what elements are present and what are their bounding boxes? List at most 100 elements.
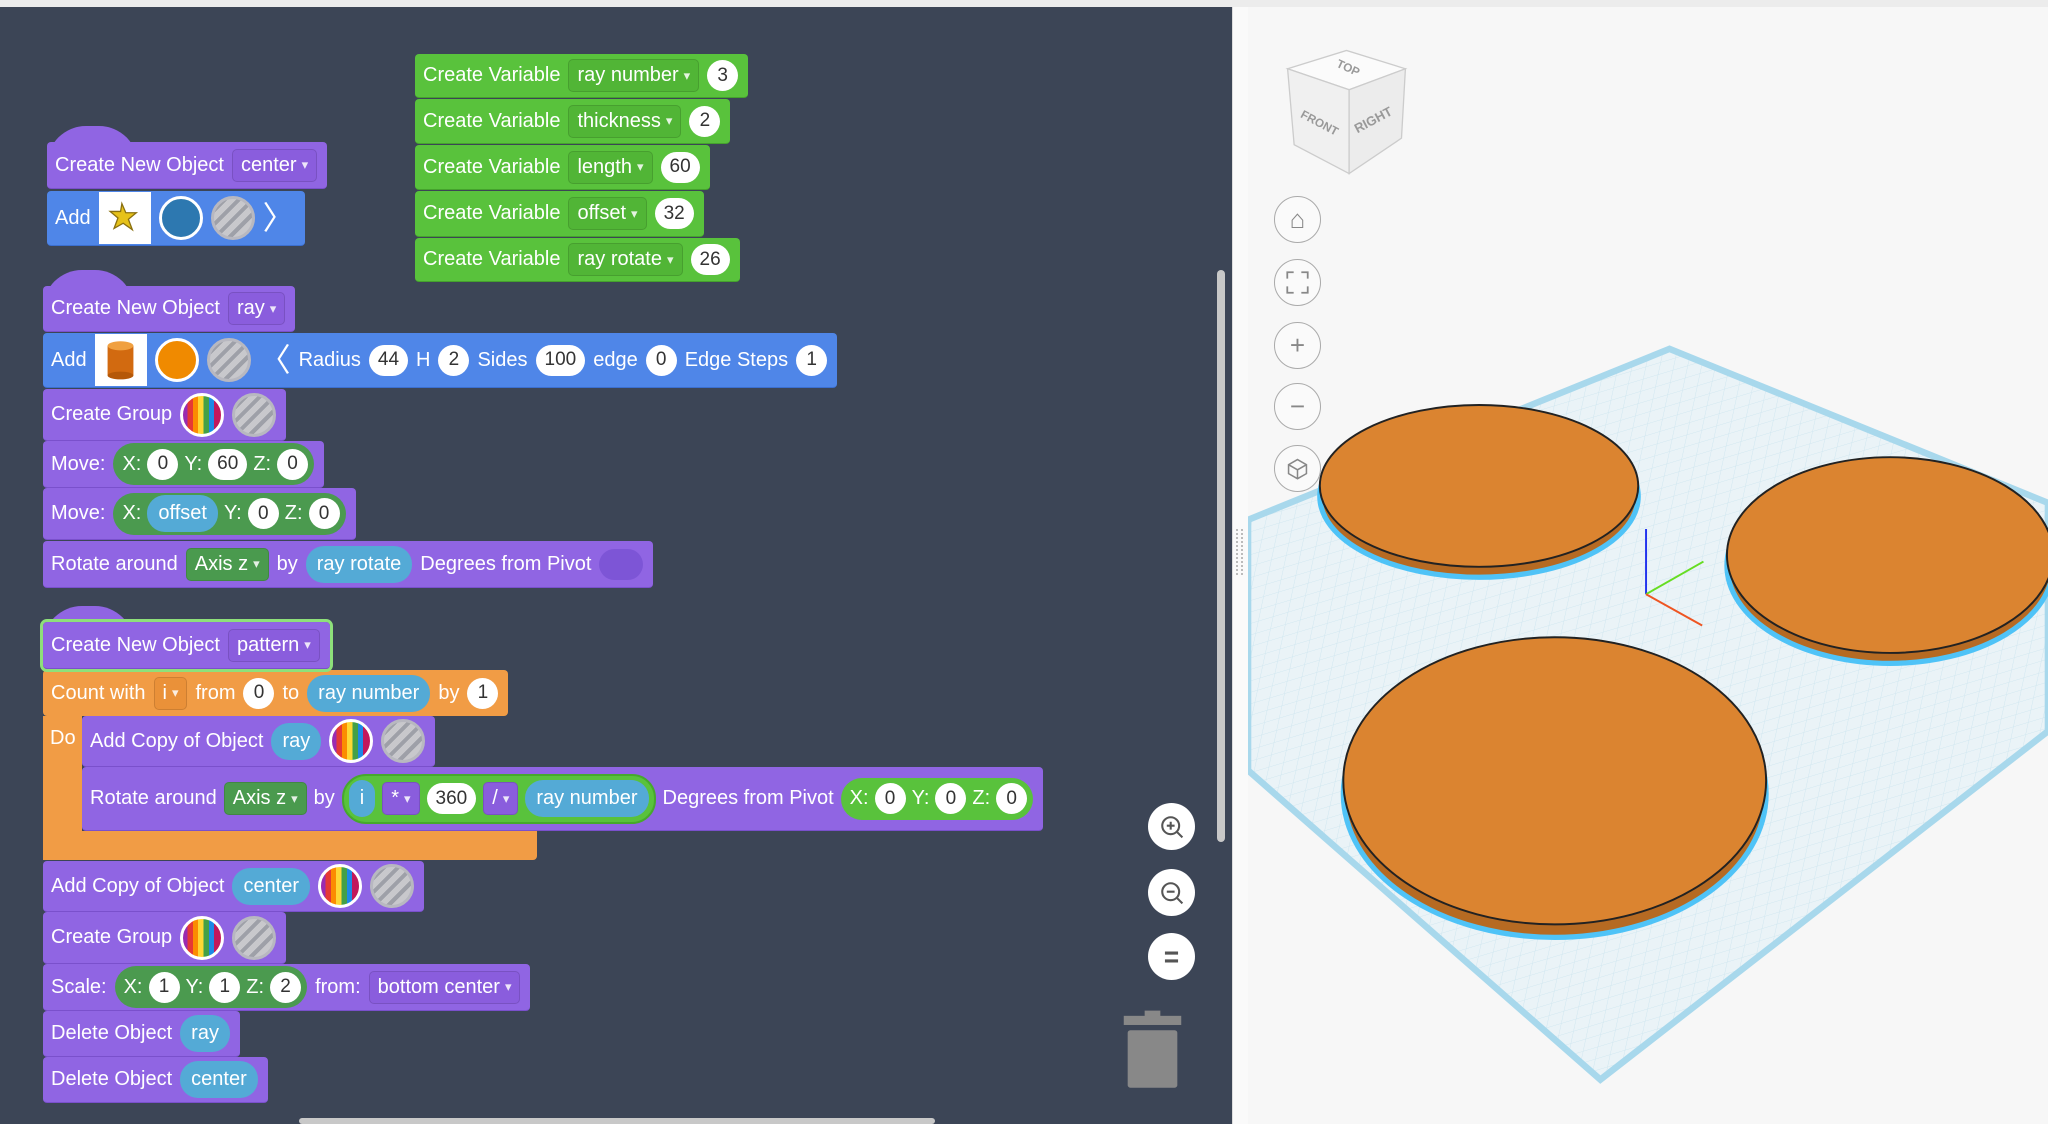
- create-group-block[interactable]: Create Group: [43, 912, 287, 964]
- add-shape-block[interactable]: Add 〉: [47, 191, 305, 246]
- 3d-viewport[interactable]: TOP FRONT RIGHT ⌂ + −: [1248, 7, 2048, 1124]
- create-object-block-pattern[interactable]: Create New Object pattern: [40, 606, 333, 672]
- sides-input[interactable]: 100: [535, 344, 586, 376]
- create-variable-block[interactable]: Create Variable offset 32: [415, 191, 704, 237]
- panel-divider[interactable]: [1232, 7, 1248, 1124]
- ortho-view-icon[interactable]: [1274, 445, 1321, 492]
- view-cube[interactable]: TOP FRONT RIGHT: [1281, 40, 1412, 189]
- rotate-block[interactable]: Rotate around Axis z by ray rotate Degre…: [43, 541, 654, 588]
- delete-object-block[interactable]: Delete Object center: [43, 1057, 268, 1103]
- cylinder-shape-icon[interactable]: [94, 334, 147, 386]
- object-pill[interactable]: ray: [180, 1015, 230, 1052]
- resize-grip-icon[interactable]: [1236, 529, 1243, 575]
- fit-view-icon[interactable]: [1274, 259, 1321, 306]
- scale-block[interactable]: Scale: X: 1 Y: 1 Z: 2 from: bottom center: [43, 964, 531, 1011]
- hole-swatch[interactable]: [370, 864, 415, 908]
- y-input[interactable]: 0: [247, 498, 279, 529]
- add-shape-block[interactable]: Add 〈 Radius 44 H 2 Sides 100 edge 0 Edg…: [43, 333, 838, 388]
- home-icon[interactable]: ⌂: [1274, 196, 1321, 243]
- variable-pill[interactable]: ray rotate: [305, 545, 413, 583]
- z-input[interactable]: 0: [996, 783, 1028, 814]
- x-input[interactable]: 1: [148, 971, 180, 1003]
- variable-pill[interactable]: offset: [147, 495, 218, 532]
- value-input[interactable]: 60: [660, 151, 700, 183]
- chevron-left-icon[interactable]: 〈: [259, 344, 291, 376]
- create-variable-block[interactable]: Create Variable thickness 2: [415, 99, 731, 144]
- value-input[interactable]: 2: [689, 105, 721, 137]
- height-input[interactable]: 2: [438, 344, 470, 376]
- pivot-input-slot[interactable]: [599, 548, 644, 580]
- zoom-out-icon[interactable]: [1148, 869, 1195, 916]
- color-swatch[interactable]: [154, 338, 199, 382]
- z-input[interactable]: 0: [308, 498, 340, 529]
- edge-steps-input[interactable]: 1: [796, 344, 828, 376]
- variable-pill[interactable]: ray number: [307, 674, 431, 712]
- vertical-scrollbar[interactable]: [1217, 270, 1225, 842]
- math-expression[interactable]: i * 360 / ray number: [341, 773, 656, 824]
- move-block[interactable]: Move: X: 0 Y: 60 Z: 0: [43, 441, 325, 488]
- blocks-workspace[interactable]: Create Variable ray number 3 Create Vari…: [0, 7, 1232, 1124]
- add-copy-block[interactable]: Add Copy of Object ray: [82, 716, 436, 767]
- object-pill[interactable]: center: [232, 867, 311, 905]
- axis-dropdown[interactable]: Axis z: [223, 782, 307, 815]
- reset-zoom-icon[interactable]: [1148, 933, 1195, 980]
- number-input[interactable]: 360: [426, 783, 477, 814]
- hole-swatch[interactable]: [381, 719, 426, 763]
- hole-swatch[interactable]: [210, 196, 255, 240]
- delete-object-block[interactable]: Delete Object ray: [43, 1011, 240, 1057]
- create-object-block-ray[interactable]: Create New Object ray: [43, 270, 296, 332]
- create-variable-block[interactable]: Create Variable ray number 3: [415, 54, 749, 98]
- value-input[interactable]: 32: [654, 198, 694, 229]
- create-variable-block[interactable]: Create Variable ray rotate 26: [415, 238, 740, 282]
- count-loop-block[interactable]: Count with i from 0 to ray number by 1: [43, 670, 509, 716]
- variable-dropdown[interactable]: offset: [568, 197, 647, 230]
- hole-swatch[interactable]: [232, 392, 277, 437]
- zoom-in-icon[interactable]: [1148, 803, 1195, 850]
- from-input[interactable]: 0: [243, 677, 275, 709]
- horizontal-scrollbar[interactable]: [299, 1118, 935, 1124]
- object-name-dropdown[interactable]: ray: [227, 292, 286, 325]
- object-name-dropdown[interactable]: center: [231, 148, 318, 182]
- variable-dropdown[interactable]: thickness: [568, 104, 682, 138]
- loop-variable-dropdown[interactable]: i: [153, 676, 188, 710]
- zoom-out-icon[interactable]: −: [1274, 383, 1321, 430]
- multicolor-swatch[interactable]: [180, 392, 225, 437]
- zoom-in-icon[interactable]: +: [1274, 322, 1321, 369]
- variable-dropdown[interactable]: length: [568, 150, 653, 184]
- z-input[interactable]: 2: [270, 971, 302, 1003]
- edge-input[interactable]: 0: [645, 344, 677, 376]
- variable-dropdown[interactable]: ray rotate: [568, 243, 683, 276]
- axis-dropdown[interactable]: Axis z: [185, 547, 269, 581]
- add-copy-block[interactable]: Add Copy of Object center: [43, 861, 425, 912]
- object-pill[interactable]: center: [180, 1061, 258, 1098]
- variable-pill[interactable]: i: [348, 780, 376, 817]
- move-block[interactable]: Move: X: offset Y: 0 Z: 0: [43, 488, 356, 540]
- variable-pill[interactable]: ray number: [525, 780, 649, 817]
- chevron-right-icon[interactable]: 〉: [263, 202, 295, 234]
- object-name-dropdown[interactable]: pattern: [227, 628, 320, 662]
- create-group-block[interactable]: Create Group: [43, 389, 287, 441]
- trash-icon[interactable]: [1121, 1008, 1184, 1094]
- create-object-block-center[interactable]: Create New Object center: [47, 126, 328, 189]
- y-input[interactable]: 0: [935, 783, 967, 814]
- color-swatch[interactable]: [158, 196, 203, 240]
- star-shape-icon[interactable]: [98, 192, 151, 244]
- multicolor-swatch[interactable]: [318, 864, 363, 908]
- multicolor-swatch[interactable]: [329, 719, 374, 763]
- variable-dropdown[interactable]: ray number: [568, 59, 700, 92]
- create-variable-block[interactable]: Create Variable length 60: [415, 145, 710, 190]
- hole-swatch[interactable]: [232, 915, 277, 960]
- value-input[interactable]: 26: [690, 244, 730, 275]
- y-input[interactable]: 1: [209, 971, 241, 1003]
- origin-dropdown[interactable]: bottom center: [368, 970, 521, 1004]
- x-input[interactable]: 0: [147, 448, 179, 480]
- operator-dropdown[interactable]: /: [483, 782, 519, 815]
- hole-swatch[interactable]: [206, 338, 251, 382]
- rotate-block[interactable]: Rotate around Axis z by i * 360 / ray nu…: [82, 767, 1044, 831]
- x-input[interactable]: 0: [874, 783, 906, 814]
- by-input[interactable]: 1: [467, 677, 499, 709]
- y-input[interactable]: 60: [208, 448, 248, 480]
- operator-dropdown[interactable]: *: [382, 782, 420, 815]
- value-input[interactable]: 3: [707, 60, 739, 91]
- multicolor-swatch[interactable]: [180, 915, 225, 960]
